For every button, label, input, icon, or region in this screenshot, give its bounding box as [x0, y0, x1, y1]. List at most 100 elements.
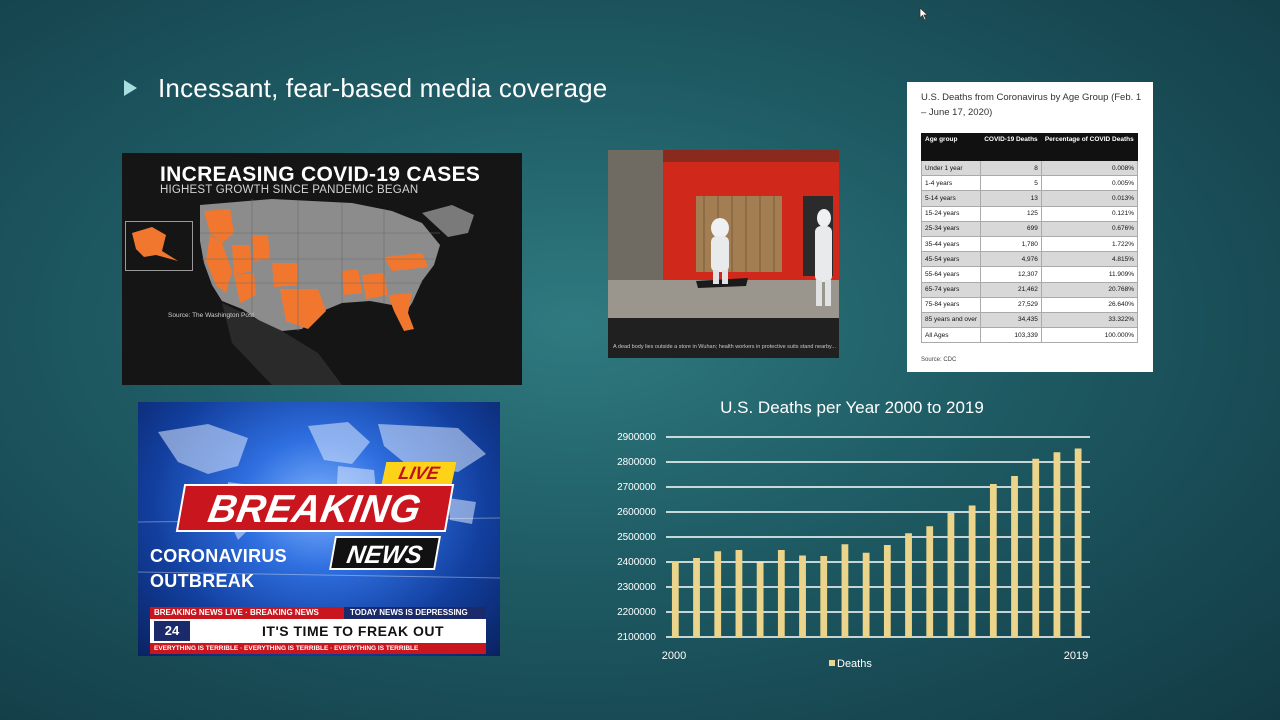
y-tick-label: 2300000: [617, 582, 656, 593]
deaths-bar-chart: 2100000 2200000 2300000 2400000 2500000 26000…: [617, 432, 1090, 670]
bar: [862, 552, 870, 637]
table-cell-deaths: 125: [980, 205, 1042, 222]
slide-bullet: Incessant, fear-based media coverage: [124, 70, 607, 106]
table-cell-deaths: 5: [980, 175, 1042, 192]
table-cell-deaths: 103,339: [980, 327, 1042, 344]
bar: [1053, 452, 1061, 637]
table-cell-deaths: 34,435: [980, 311, 1042, 329]
legend-label: Deaths: [837, 658, 872, 670]
table-cell-percent: 4.815%: [1040, 251, 1139, 268]
table-cell-age: Under 1 year: [920, 159, 982, 177]
table-row: 15-24 years 125 0.121%: [920, 205, 1139, 222]
table-cell-percent: 0.005%: [1040, 175, 1139, 192]
table-cell-deaths: 13: [980, 190, 1042, 207]
table-cell-age: 85 years and over: [920, 311, 982, 329]
breaking-news-graphic: LIVE BREAKING NEWS CORONAVIRUS OUTBREAK …: [138, 402, 500, 656]
table-row: 35-44 years 1,780 1.722%: [920, 235, 1139, 253]
table-cell-percent: 0.676%: [1040, 220, 1139, 237]
bar: [693, 558, 700, 637]
ticker-top: BREAKING NEWS LIVE · BREAKING NEWS TODAY…: [150, 607, 486, 619]
table-cell-deaths: 27,529: [980, 296, 1042, 313]
table-cell-percent: 26.640%: [1040, 296, 1139, 313]
bar: [799, 555, 806, 637]
mouse-cursor-icon: [919, 7, 929, 21]
y-tick-label: 2400000: [617, 557, 656, 568]
y-tick-label: 2500000: [617, 532, 656, 543]
y-tick-label: 2100000: [617, 632, 656, 643]
bar: [905, 533, 912, 637]
table-cell-age: 65-74 years: [920, 281, 982, 298]
table-header: Percentage of COVID Deaths: [1040, 133, 1139, 161]
bar: [947, 513, 955, 637]
table-cell-age: All Ages: [920, 327, 982, 344]
ticker-headline-bar: 24 IT'S TIME TO FREAK OUT: [150, 619, 486, 643]
bar: [714, 551, 722, 637]
y-tick-label: 2200000: [617, 607, 656, 618]
chart-title: U.S. Deaths per Year 2000 to 2019: [720, 398, 984, 417]
bar: [1032, 458, 1040, 637]
news-topic-line2: OUTBREAK: [150, 571, 255, 591]
photo-caption-bar: A dead body lies outside a store in Wuha…: [608, 318, 839, 358]
table-source: Source: CDC: [921, 357, 957, 363]
table-cell-age: 35-44 years: [920, 235, 982, 253]
table-cell-deaths: 12,307: [980, 266, 1042, 283]
table-row: 65-74 years 21,462 20.768%: [920, 281, 1139, 298]
table-cell-deaths: 8: [980, 159, 1042, 177]
x-tick-label: 2000: [662, 650, 686, 662]
bar: [777, 550, 785, 637]
y-tick-label: 2600000: [617, 507, 656, 518]
table-cell-percent: 0.008%: [1040, 159, 1139, 177]
table-cell-deaths: 21,462: [980, 281, 1042, 298]
bar: [883, 545, 891, 637]
table-row: 85 years and over 34,435 33.322%: [920, 311, 1139, 329]
news-banner: NEWS: [329, 536, 441, 570]
channel-logo: 24: [154, 621, 190, 641]
table-cell-percent: 100.000%: [1040, 327, 1139, 344]
breaking-banner: BREAKING: [175, 484, 455, 532]
bar: [841, 544, 849, 637]
table-cell-percent: 33.322%: [1040, 311, 1139, 329]
table-row: 25-34 years 699 0.676%: [920, 220, 1139, 237]
table-cell-age: 25-34 years: [920, 220, 982, 237]
table-cell-age: 45-54 years: [920, 251, 982, 268]
bar: [968, 505, 976, 637]
table-row: 55-64 years 12,307 11.909%: [920, 266, 1139, 283]
y-tick-label: 2800000: [617, 457, 656, 468]
table-row: 5-14 years 13 0.013%: [920, 190, 1139, 207]
map-subtitle: HIGHEST GROWTH SINCE PANDEMIC BEGAN: [160, 184, 419, 196]
news-topic: CORONAVIRUS OUTBREAK: [150, 544, 287, 594]
triangle-bullet-icon: [124, 80, 137, 96]
table-cell-age: 1-4 years: [920, 175, 982, 192]
covid-map-image: INCREASING COVID-19 CASES HIGHEST GROWTH…: [122, 153, 522, 385]
news-photo: A dead body lies outside a store in Wuha…: [608, 150, 839, 358]
news-topic-line1: CORONAVIRUS: [150, 546, 287, 566]
bar: [989, 484, 997, 637]
bar: [735, 550, 743, 637]
bar: [1011, 476, 1018, 637]
bar: [1074, 448, 1082, 637]
table-cell-deaths: 1,780: [980, 235, 1042, 253]
table-cell-age: 15-24 years: [920, 205, 982, 222]
table-cell-age: 5-14 years: [920, 190, 982, 207]
bar: [820, 556, 828, 637]
table-row: All Ages 103,339 100.000%: [920, 327, 1139, 344]
bar: [926, 526, 934, 637]
table-row: 45-54 years 4,976 4.815%: [920, 251, 1139, 268]
table-title: U.S. Deaths from Coronavirus by Age Grou…: [921, 92, 1142, 118]
ticker-bottom: EVERYTHING IS TERRIBLE · EVERYTHING IS T…: [150, 643, 486, 654]
death-table-image: U.S. Deaths from Coronavirus by Age Grou…: [907, 82, 1153, 372]
bullet-text: Incessant, fear-based media coverage: [158, 72, 608, 103]
table-cell-percent: 11.909%: [1040, 266, 1139, 283]
table-cell-age: 55-64 years: [920, 266, 982, 283]
table-row: 1-4 years 5 0.005%: [920, 175, 1139, 192]
ticker-left-text: BREAKING NEWS LIVE · BREAKING NEWS: [154, 608, 319, 617]
bar: [756, 562, 764, 637]
alaska-inset-frame: [125, 221, 193, 271]
legend-swatch: [829, 660, 835, 666]
x-tick-label: 2019: [1064, 650, 1088, 662]
table-cell-deaths: 699: [980, 220, 1042, 237]
age-group-table: Age group COVID-19 Deaths Percentage of …: [920, 133, 1139, 344]
table-cell-percent: 0.013%: [1040, 190, 1139, 207]
bar: [671, 561, 679, 637]
table-cell-percent: 1.722%: [1040, 235, 1139, 253]
